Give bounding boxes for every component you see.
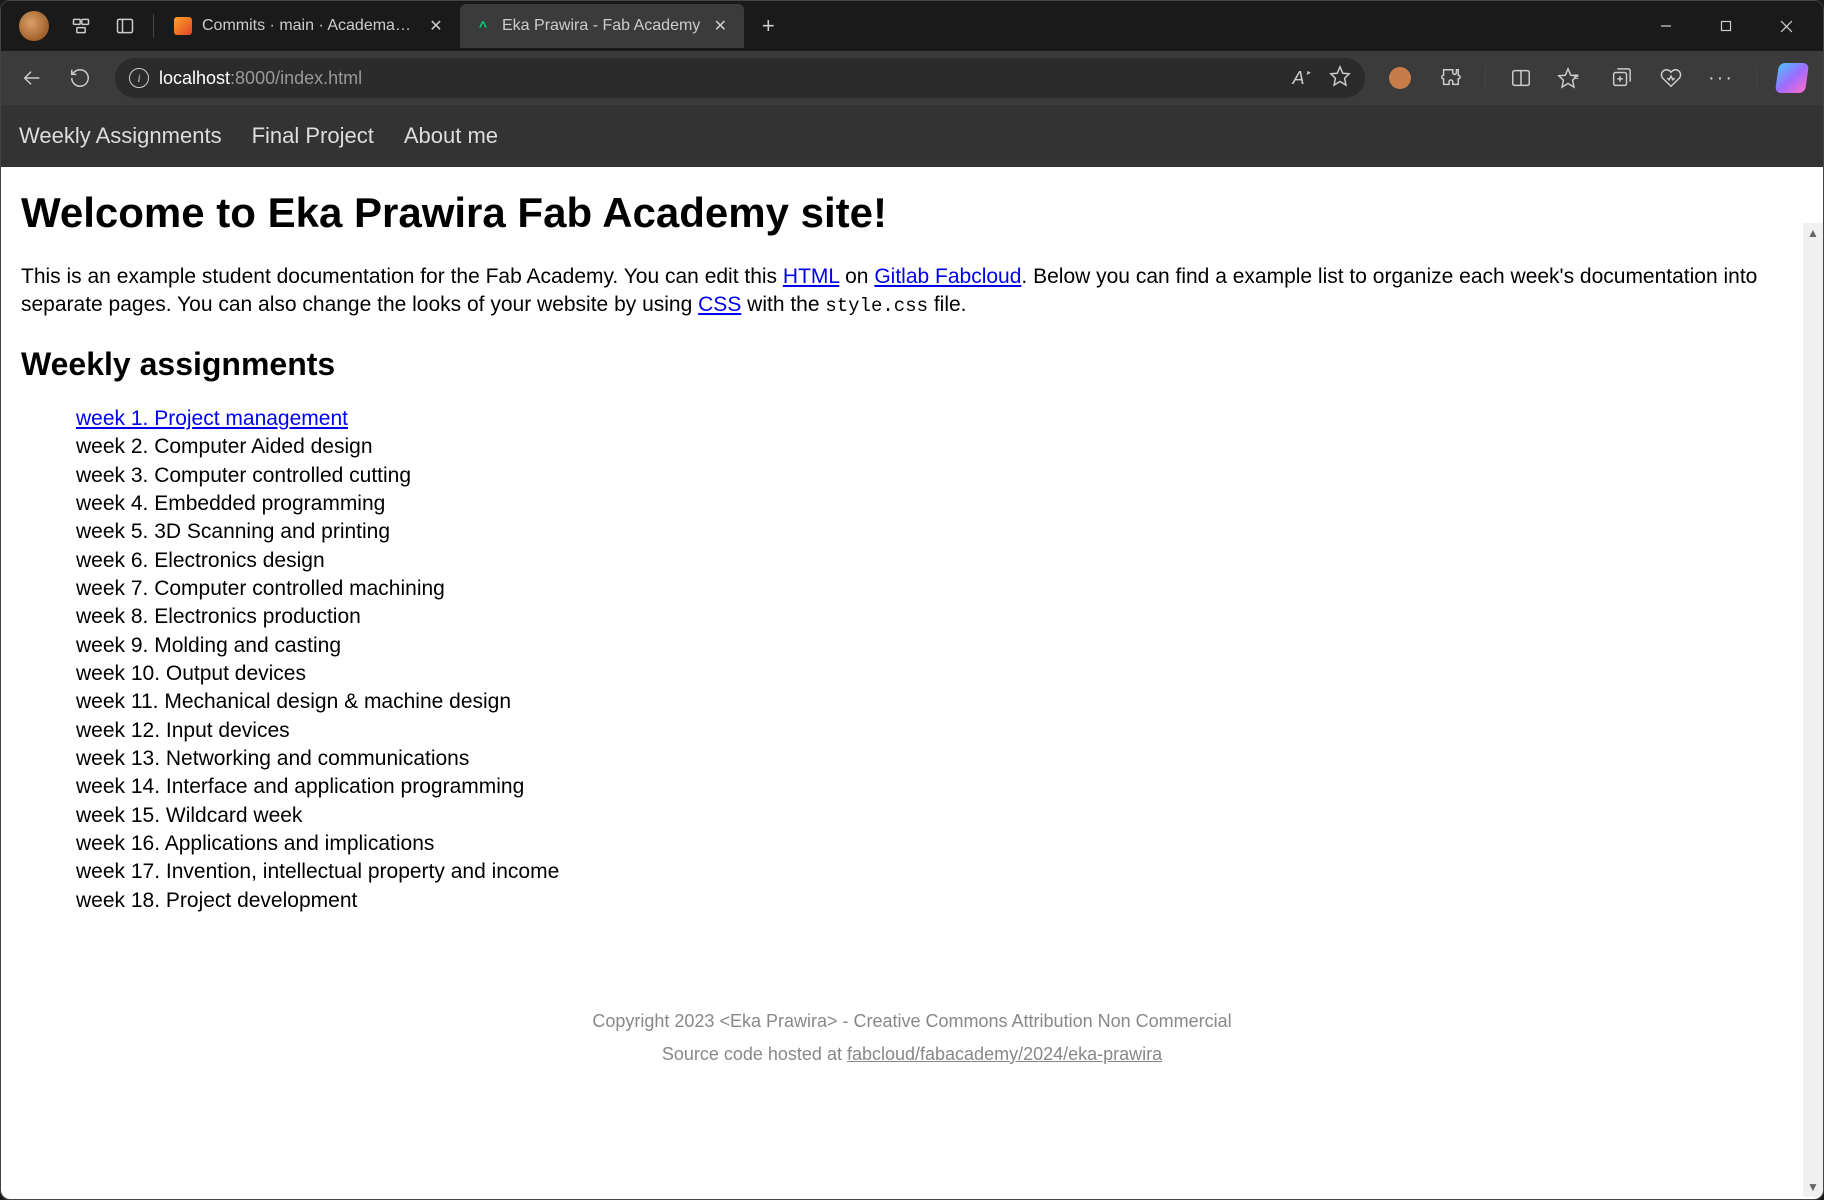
separator	[1485, 66, 1486, 90]
week-item: week 2. Computer Aided design	[76, 433, 1803, 461]
week-item: week 7. Computer controlled machining	[76, 575, 1803, 603]
gitlab-favicon-icon	[174, 17, 192, 35]
performance-icon[interactable]	[1650, 57, 1692, 99]
code-filename: style.css	[825, 295, 928, 317]
link-gitlab[interactable]: Gitlab Fabcloud	[874, 265, 1021, 288]
copilot-button[interactable]	[1771, 57, 1813, 99]
week-item: week 10. Output devices	[76, 660, 1803, 688]
split-screen-icon[interactable]	[1500, 57, 1542, 99]
source-prefix: Source code hosted at	[662, 1044, 847, 1064]
titlebar: Commits · main · Academany / Fa ✕ ^ Eka …	[1, 1, 1823, 51]
minimize-button[interactable]	[1637, 5, 1695, 47]
address-bar[interactable]: i localhost:8000/index.html A‣	[115, 58, 1365, 98]
scroll-up-icon[interactable]: ▲	[1803, 223, 1823, 243]
favorites-icon[interactable]: ≡	[1550, 57, 1592, 99]
week-item: week 14. Interface and application progr…	[76, 773, 1803, 801]
week-item: week 17. Invention, intellectual propert…	[76, 858, 1803, 886]
subheading-weekly: Weekly assignments	[21, 346, 1803, 383]
week-item: week 15. Wildcard week	[76, 802, 1803, 830]
week-item: week 5. 3D Scanning and printing	[76, 518, 1803, 546]
back-button[interactable]	[11, 57, 53, 99]
sidebar-toggle-icon[interactable]	[113, 14, 137, 38]
link-html[interactable]: HTML	[783, 265, 839, 288]
workspaces-icon[interactable]	[69, 14, 93, 38]
tab-strip: Commits · main · Academany / Fa ✕ ^ Eka …	[160, 1, 786, 51]
week-item: week 9. Molding and casting	[76, 632, 1803, 660]
nuxt-favicon-icon: ^	[474, 17, 492, 35]
footer: Copyright 2023 <Eka Prawira> - Creative …	[21, 1005, 1803, 1070]
separator	[153, 14, 154, 38]
url-text: localhost:8000/index.html	[159, 68, 362, 89]
close-window-button[interactable]	[1757, 5, 1815, 47]
extensions-icon[interactable]	[1429, 57, 1471, 99]
scrollbar[interactable]: ▲ ▼	[1803, 223, 1823, 1197]
week-item: week 6. Electronics design	[76, 547, 1803, 575]
tab-title: Eka Prawira - Fab Academy	[502, 17, 700, 35]
week-item[interactable]: week 1. Project management	[76, 405, 1803, 433]
week-item: week 13. Networking and communications	[76, 745, 1803, 773]
favorite-icon[interactable]	[1329, 65, 1351, 92]
week-item: week 12. Input devices	[76, 717, 1803, 745]
tab-active[interactable]: ^ Eka Prawira - Fab Academy ✕	[460, 4, 744, 48]
source-link[interactable]: fabcloud/fabacademy/2024/eka-prawira	[847, 1044, 1162, 1064]
nav-weekly-assignments[interactable]: Weekly Assignments	[19, 123, 222, 149]
copyright-text: Copyright 2023 <Eka Prawira> - Creative …	[21, 1005, 1803, 1037]
nav-about-me[interactable]: About me	[404, 123, 498, 149]
refresh-button[interactable]	[59, 57, 101, 99]
intro-paragraph: This is an example student documentation…	[21, 263, 1803, 320]
close-icon[interactable]: ✕	[710, 16, 730, 36]
profile-avatar[interactable]	[19, 11, 49, 41]
week-item: week 3. Computer controlled cutting	[76, 462, 1803, 490]
collections-icon[interactable]	[1600, 57, 1642, 99]
page-title: Welcome to Eka Prawira Fab Academy site!	[21, 189, 1803, 237]
site-info-icon[interactable]: i	[129, 68, 149, 88]
cookie-icon[interactable]	[1379, 57, 1421, 99]
more-icon[interactable]: ···	[1700, 57, 1742, 99]
week-item: week 16. Applications and implications	[76, 830, 1803, 858]
read-aloud-icon[interactable]: A‣	[1292, 67, 1311, 89]
close-icon[interactable]: ✕	[426, 16, 446, 36]
tab-inactive[interactable]: Commits · main · Academany / Fa ✕	[160, 4, 460, 48]
nav-final-project[interactable]: Final Project	[252, 123, 374, 149]
maximize-button[interactable]	[1697, 5, 1755, 47]
tab-title: Commits · main · Academany / Fa	[202, 17, 416, 35]
week-link: week 1. Project management	[76, 407, 348, 430]
week-item: week 8. Electronics production	[76, 603, 1803, 631]
site-navigation: Weekly Assignments Final Project About m…	[1, 105, 1823, 167]
page-content: Welcome to Eka Prawira Fab Academy site!…	[1, 167, 1823, 1199]
scroll-down-icon[interactable]: ▼	[1803, 1177, 1823, 1197]
week-item: week 4. Embedded programming	[76, 490, 1803, 518]
separator	[1756, 66, 1757, 90]
window-controls	[1637, 5, 1815, 47]
weeks-list: week 1. Project management week 2. Comput…	[76, 405, 1803, 915]
week-item: week 18. Project development	[76, 887, 1803, 915]
browser-toolbar: i localhost:8000/index.html A‣ ≡	[1, 51, 1823, 105]
week-item: week 11. Mechanical design & machine des…	[76, 688, 1803, 716]
link-css[interactable]: CSS	[698, 293, 741, 316]
new-tab-button[interactable]: +	[750, 8, 786, 44]
